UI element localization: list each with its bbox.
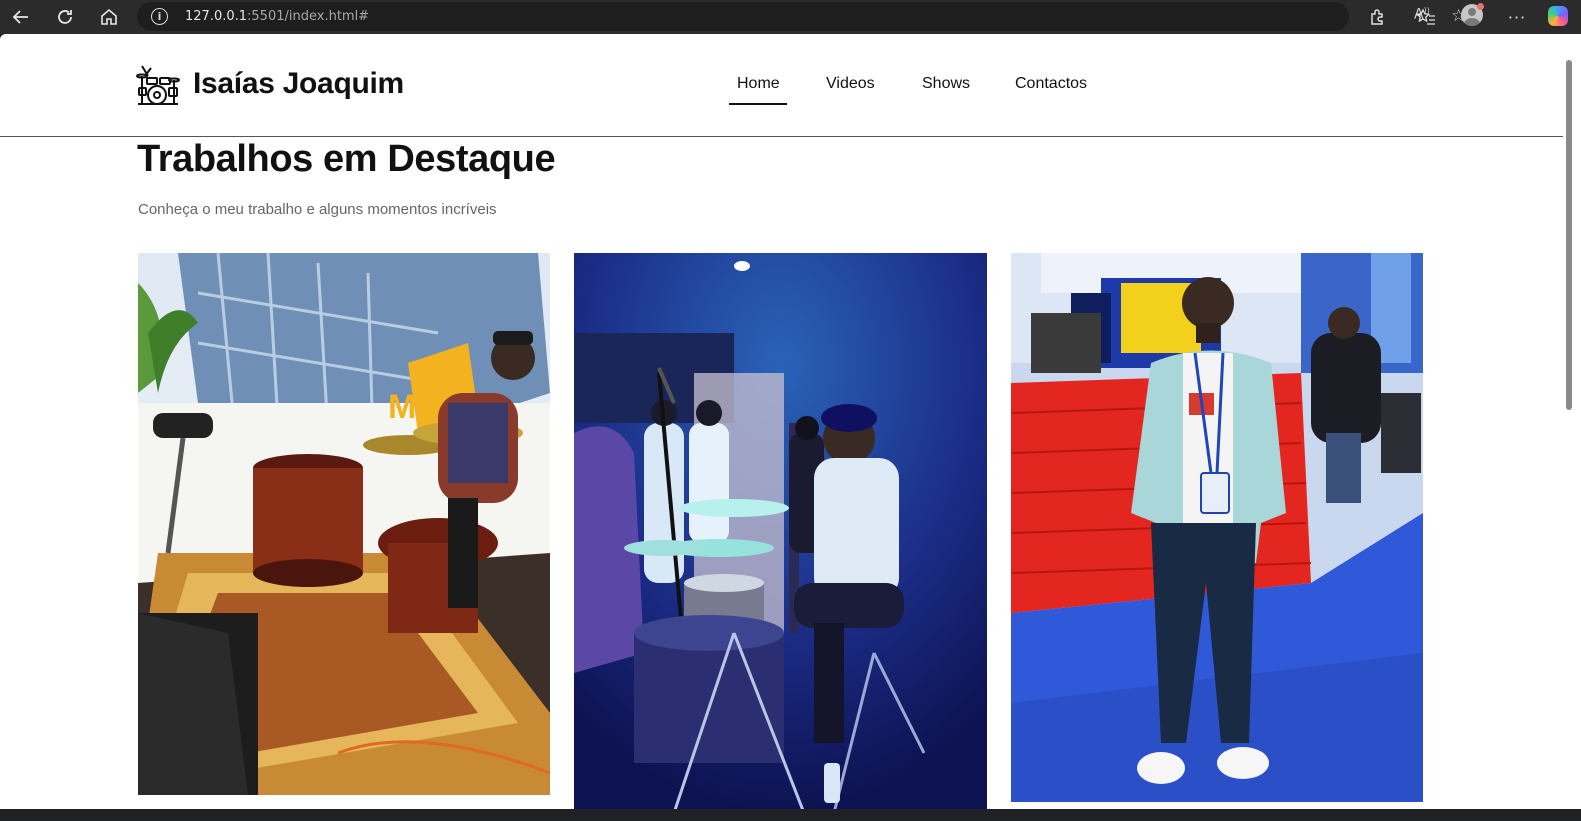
nav-active-underline [729,103,787,105]
site-header: Isaías Joaquim Home Videos Shows Contact… [0,34,1563,137]
section-title: Trabalhos em Destaque [137,138,556,180]
site-logo-text[interactable]: Isaías Joaquim [193,67,404,101]
favorites-icon[interactable] [1413,4,1439,30]
drum-kit-icon [136,64,180,106]
site-info-icon[interactable]: i [151,8,168,25]
copilot-icon[interactable] [1548,6,1568,26]
url-text[interactable]: 127.0.0.1:5501/index.html# [185,9,369,24]
extensions-icon[interactable] [1365,4,1391,30]
scrollbar-thumb[interactable] [1566,60,1572,410]
portrait-event-hall-photo[interactable] [1011,253,1423,802]
drummer-concert-stage-photo[interactable] [574,253,987,809]
more-icon[interactable]: ··· [1504,4,1530,30]
nav-home[interactable]: Home [737,75,780,93]
drummer-outdoor-stage-photo[interactable]: MD [138,253,550,795]
nav-videos[interactable]: Videos [826,75,875,93]
address-bar[interactable]: i 127.0.0.1:5501/index.html# A)) ☆ [137,2,1466,31]
notification-dot [1477,3,1484,10]
browser-toolbar: i 127.0.0.1:5501/index.html# A)) ☆ ··· [0,0,1581,34]
section-subtitle: Conheça o meu trabalho e alguns momentos… [138,201,497,218]
nav-contactos[interactable]: Contactos [1015,75,1087,93]
nav-shows[interactable]: Shows [922,75,970,93]
back-icon[interactable] [8,4,34,30]
reload-icon[interactable] [52,4,78,30]
window-bottom-edge [0,809,1581,821]
home-icon[interactable] [96,4,122,30]
page-viewport: Isaías Joaquim Home Videos Shows Contact… [0,34,1563,809]
svg-text:MD: MD [388,388,441,426]
